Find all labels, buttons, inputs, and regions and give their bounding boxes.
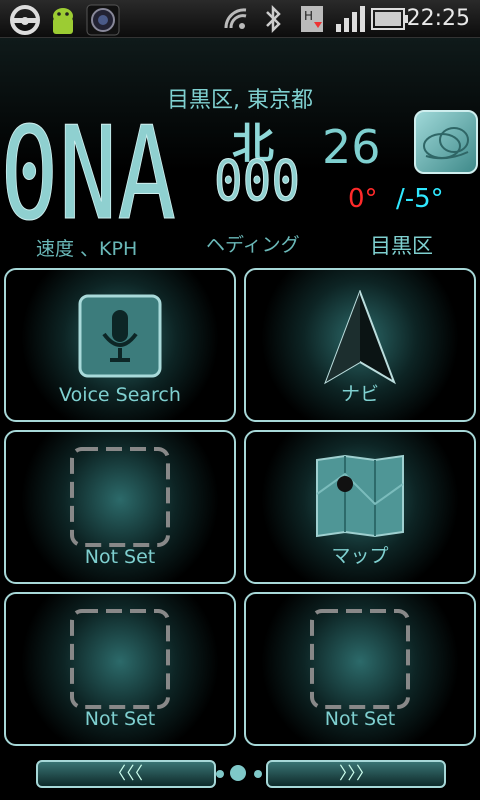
tile-label: ナビ [340,383,379,405]
tile-slot-empty[interactable]: Not Set [244,592,476,746]
previous-page-button[interactable]: 〈〈〈 [36,760,216,788]
speed-value: 0NA [0,108,176,238]
bluetooth-icon [266,4,281,34]
tile-slot-empty[interactable]: Not Set [4,430,236,584]
hsdpa-icon: H [301,6,323,32]
page-dot[interactable] [216,770,224,778]
microphone-icon [78,294,162,378]
speed-label: 速度 、KPH [36,238,138,260]
tile-label: Not Set [84,708,156,730]
steering-wheel-icon [10,5,40,35]
tile-slot-empty[interactable]: Not Set [4,592,236,746]
page-dot-active[interactable] [230,765,246,781]
svg-text:H: H [304,9,313,23]
empty-slot-icon [70,609,170,709]
page-dot[interactable] [254,770,262,778]
tile-map[interactable]: マップ [244,430,476,584]
temperature-low: /-5° [396,184,444,214]
empty-slot-icon [70,447,170,547]
speed-readout: 0NA [0,108,177,238]
camera-icon [86,4,120,36]
current-temperature: 26 [322,120,381,174]
empty-slot-icon [310,609,410,709]
status-bar: H 22:25 [0,0,480,38]
tile-label: マップ [331,545,389,567]
tile-navigation[interactable]: ナビ [244,268,476,422]
tile-label: Voice Search [59,384,181,406]
android-icon [53,8,73,34]
map-icon [316,454,404,538]
heading-readout: 000 [214,156,301,206]
wifi-off-icon [224,8,247,29]
temperature-high: 0° [348,184,378,214]
navigation-arrow-icon [324,290,396,385]
tile-label: Not Set [84,546,156,568]
heading-label: ヘディング [206,234,300,256]
battery-icon [371,8,408,30]
weather-location: 目黒区 [370,234,433,258]
dashboard-header: 目黒区, 東京都 0NA 速度 、KPH 北 000 ヘディング 26 0° /… [0,38,480,260]
cloud-weather-icon[interactable] [414,110,478,174]
tile-label: Not Set [324,708,396,730]
tile-voice-search[interactable]: Voice Search [4,268,236,422]
cloud-icon [423,127,469,160]
heading-value: 000 [214,156,300,206]
signal-icon [336,6,365,32]
next-page-button[interactable]: 〉〉〉 [266,760,446,788]
clock: 22:25 [406,6,470,31]
